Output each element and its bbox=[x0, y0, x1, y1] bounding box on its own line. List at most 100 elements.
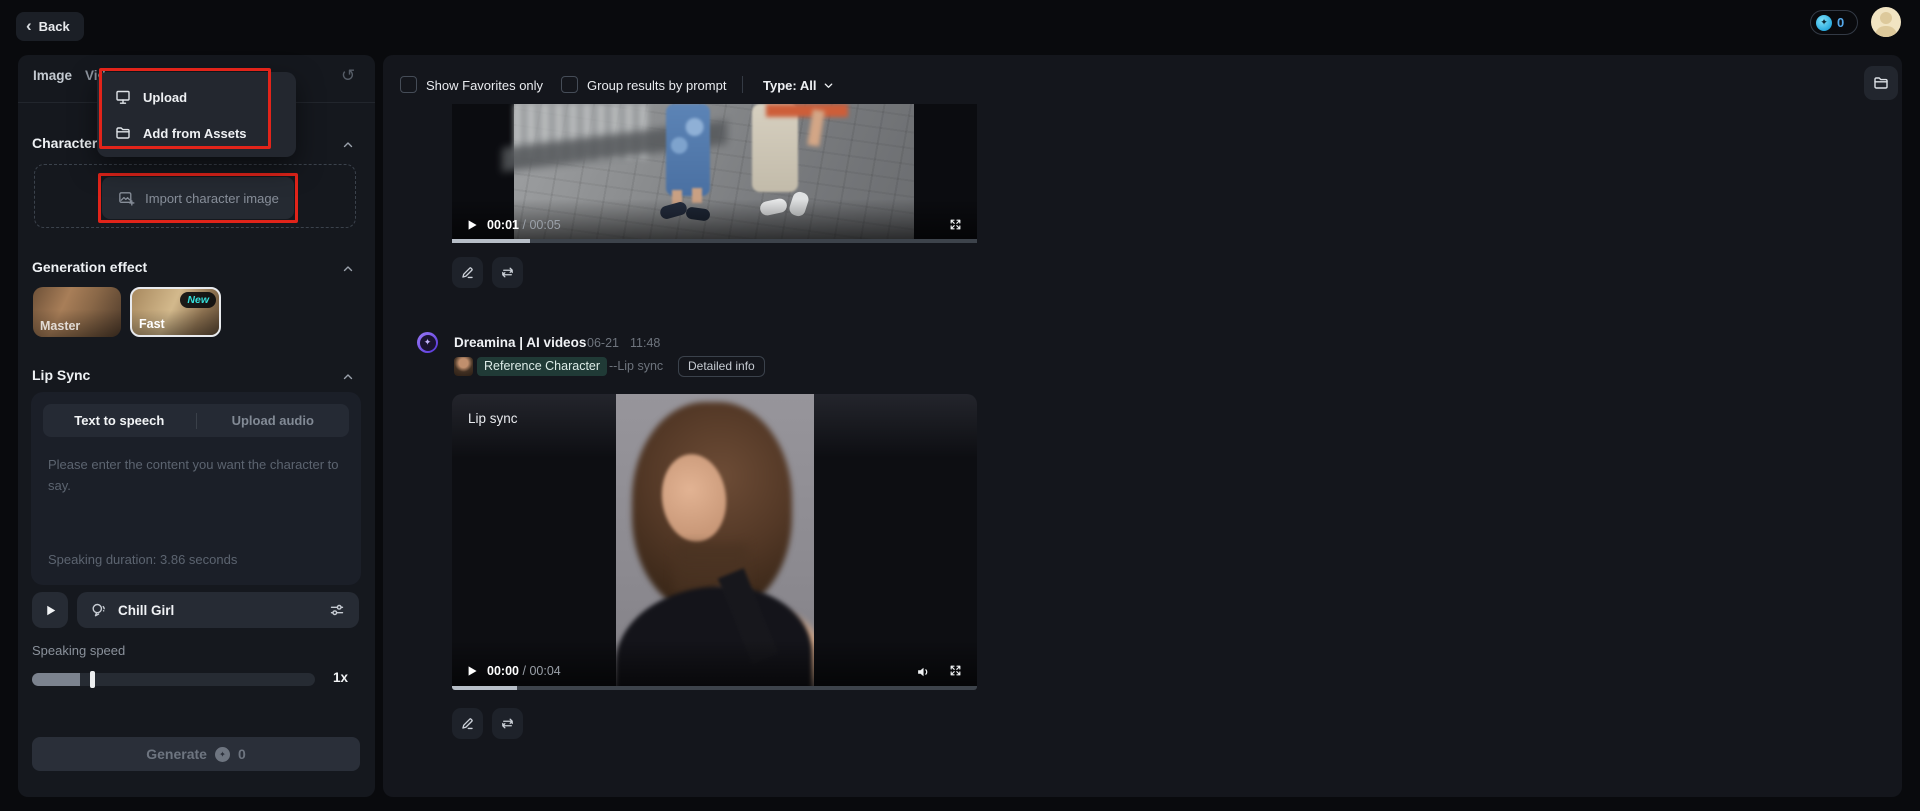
jeans-legs-shape bbox=[666, 104, 710, 196]
favorites-label: Show Favorites only bbox=[426, 78, 544, 93]
result-actions bbox=[452, 708, 523, 739]
effect-label: Fast bbox=[139, 317, 165, 331]
lip-sync-tabbar: Text to speech Upload audio bbox=[43, 404, 349, 437]
voice-selector[interactable]: Chill Girl bbox=[77, 592, 359, 628]
controls-gradient bbox=[452, 640, 977, 686]
monitor-upload-icon bbox=[116, 90, 130, 104]
play-icon bbox=[46, 605, 55, 615]
back-button[interactable]: ‹ Back bbox=[16, 12, 84, 41]
effect-option-master[interactable]: Master bbox=[33, 287, 121, 337]
image-plus-icon bbox=[119, 191, 135, 206]
progress-fill bbox=[452, 239, 530, 243]
voice-speaking-icon bbox=[92, 603, 105, 617]
fullscreen-icon[interactable] bbox=[948, 663, 963, 678]
edit-button[interactable] bbox=[452, 708, 483, 739]
tab-upload-audio[interactable]: Upload audio bbox=[197, 413, 350, 428]
slider-thumb[interactable] bbox=[90, 671, 95, 688]
khaki-legs-shape bbox=[752, 104, 798, 192]
generate-cost: 0 bbox=[237, 746, 246, 762]
voice-preview-play-button[interactable] bbox=[32, 592, 68, 628]
voice-name: Chill Girl bbox=[118, 602, 175, 618]
pencil-icon bbox=[462, 718, 473, 730]
repeat-icon bbox=[502, 718, 513, 729]
type-dropdown[interactable]: Type: All bbox=[763, 78, 834, 93]
tab-text-to-speech[interactable]: Text to speech bbox=[43, 413, 196, 428]
result-date: 06-21 bbox=[587, 336, 619, 350]
regenerate-button[interactable] bbox=[492, 708, 523, 739]
video-time: 00:01 / 00:05 bbox=[487, 218, 561, 232]
reset-icon[interactable]: ↺ bbox=[341, 66, 355, 86]
regenerate-button[interactable] bbox=[492, 257, 523, 288]
fullscreen-icon[interactable] bbox=[948, 217, 963, 232]
back-chevron-icon: ‹ bbox=[26, 16, 32, 35]
slider-fill bbox=[32, 673, 80, 686]
chevron-up-icon[interactable] bbox=[342, 371, 354, 383]
sidebar: Image Video ↺ Upload Add from Assets Cha… bbox=[18, 55, 375, 797]
result-actions bbox=[452, 257, 523, 288]
credits-badge[interactable]: ✦ 0 bbox=[1810, 10, 1858, 35]
favorites-checkbox[interactable] bbox=[400, 76, 417, 93]
avatar-head-shape bbox=[1880, 12, 1892, 24]
speaking-speed-slider[interactable] bbox=[32, 671, 315, 688]
result-author: Dreamina | AI videos bbox=[454, 335, 587, 350]
back-label: Back bbox=[38, 19, 70, 34]
credits-count: 0 bbox=[1837, 15, 1845, 30]
generation-effect-title: Generation effect bbox=[32, 259, 148, 275]
progress-bar[interactable] bbox=[452, 686, 977, 690]
result-time: 11:48 bbox=[630, 336, 661, 350]
chevron-up-icon[interactable] bbox=[342, 263, 354, 275]
pencil-icon bbox=[462, 267, 473, 279]
lip-sync-title: Lip Sync bbox=[32, 367, 91, 383]
filter-divider bbox=[742, 76, 743, 93]
assets-folder-icon bbox=[116, 127, 130, 139]
generate-label: Generate bbox=[146, 746, 207, 762]
lip-sync-mode-text: --Lip sync bbox=[609, 359, 664, 373]
upload-dropdown-menu: Upload Add from Assets bbox=[97, 72, 296, 157]
video-type-label: Lip sync bbox=[468, 411, 518, 426]
avatar[interactable] bbox=[1871, 7, 1901, 37]
generator-avatar: ✦ bbox=[417, 332, 438, 353]
speaking-speed-value: 1x bbox=[333, 670, 349, 685]
repeat-icon bbox=[502, 267, 513, 278]
character-title: Character bbox=[32, 135, 98, 151]
menu-item-label: Add from Assets bbox=[143, 125, 247, 141]
new-badge: New bbox=[180, 292, 216, 308]
asset-panel-button[interactable] bbox=[1864, 66, 1898, 100]
progress-bar[interactable] bbox=[452, 239, 977, 243]
play-icon[interactable] bbox=[466, 219, 478, 231]
video-player[interactable]: 00:01 / 00:05 bbox=[452, 104, 977, 243]
volume-icon[interactable] bbox=[915, 664, 931, 680]
chevron-up-icon[interactable] bbox=[342, 139, 354, 151]
credit-coin-icon: ✦ bbox=[214, 746, 230, 762]
progress-fill bbox=[452, 686, 517, 690]
detailed-info-button[interactable]: Detailed info bbox=[678, 356, 765, 377]
menu-item-upload[interactable]: Upload bbox=[97, 79, 296, 115]
results-panel: Show Favorites only Group results by pro… bbox=[383, 55, 1902, 797]
tab-image[interactable]: Image bbox=[33, 68, 72, 83]
group-checkbox[interactable] bbox=[561, 76, 578, 93]
lip-sync-panel: Text to speech Upload audio Please enter… bbox=[31, 392, 361, 585]
menu-item-add-from-assets[interactable]: Add from Assets bbox=[97, 115, 296, 151]
import-character-image-button[interactable]: Import character image bbox=[102, 177, 294, 219]
play-icon[interactable] bbox=[466, 665, 478, 677]
menu-item-label: Upload bbox=[143, 89, 188, 105]
red-shirt-shape bbox=[766, 104, 848, 117]
video-player[interactable]: Lip sync 00:00 / 00:04 bbox=[452, 394, 977, 690]
edit-button[interactable] bbox=[452, 257, 483, 288]
chevron-down-icon bbox=[825, 83, 833, 88]
avatar-body-shape bbox=[1875, 26, 1897, 37]
voice-settings-sliders-icon[interactable] bbox=[328, 601, 346, 619]
credit-coin-icon: ✦ bbox=[1816, 14, 1832, 31]
speech-text-input[interactable]: Please enter the content you want the ch… bbox=[48, 454, 344, 496]
group-label: Group results by prompt bbox=[587, 78, 727, 93]
folder-icon bbox=[1874, 77, 1888, 89]
video-time: 00:00 / 00:04 bbox=[487, 664, 561, 678]
speaking-speed-label: Speaking speed bbox=[32, 643, 126, 658]
import-character-image-label: Import character image bbox=[145, 190, 279, 206]
reference-thumbnail[interactable] bbox=[454, 357, 473, 376]
generate-button[interactable]: Generate ✦ 0 bbox=[32, 737, 360, 771]
effect-label: Master bbox=[40, 319, 81, 333]
reference-character-tag[interactable]: Reference Character bbox=[477, 357, 608, 376]
type-dropdown-label: Type: All bbox=[763, 78, 817, 93]
effect-option-fast[interactable]: New Fast bbox=[130, 287, 221, 337]
